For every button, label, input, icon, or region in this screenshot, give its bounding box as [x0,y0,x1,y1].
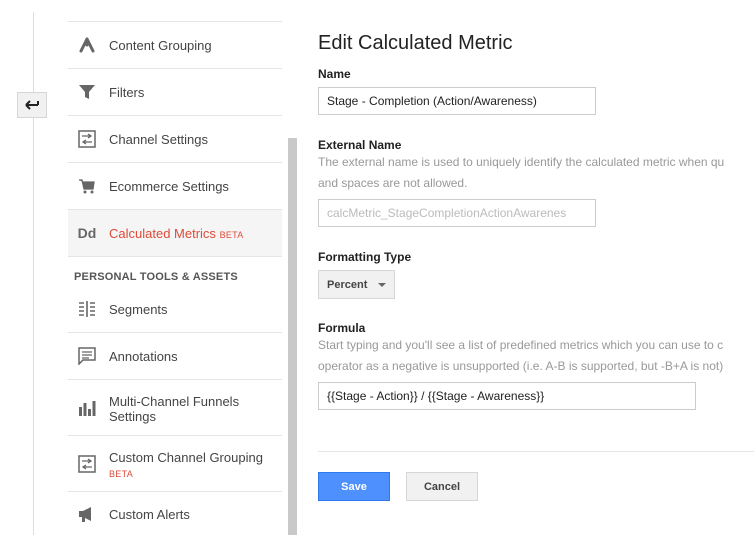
sidebar-item-annotations[interactable]: Annotations [68,333,282,380]
sidebar-item-label: Channel Settings [109,132,209,147]
formula-help-line1: Start typing and you'll see a list of pr… [318,338,724,352]
cancel-button[interactable]: Cancel [406,472,478,501]
external-name-label: External Name [318,138,402,152]
channel-settings-icon [76,128,98,150]
name-label: Name [318,67,351,81]
external-name-help-line2: and spaces are not allowed. [318,176,468,190]
formatting-type-label: Formatting Type [318,250,412,264]
formatting-type-value: Percent [327,278,368,291]
bar-chart-icon [76,397,98,419]
segments-icon [76,298,98,320]
sidebar-item-mcf-settings[interactable]: Multi-Channel Funnels Settings [68,380,282,436]
megaphone-icon [76,503,98,525]
formula-input[interactable]: {{Stage - Action}} / {{Stage - Awareness… [318,382,696,410]
sidebar-scrollbar[interactable] [288,138,297,535]
external-name-help-line1: The external name is used to uniquely id… [318,155,725,169]
beta-badge: BETA [109,469,134,479]
formula-label: Formula [318,321,366,335]
sidebar-item-label: Filters [109,85,145,100]
sidebar-item-custom-channel-grouping[interactable]: Custom Channel Grouping BETA [68,436,282,492]
annotations-icon [76,345,98,367]
formatting-type-select[interactable]: Percent [318,270,395,299]
back-arrow-icon [25,100,39,110]
filter-icon [76,81,98,103]
edit-calculated-metric-form: Edit Calculated Metric Name Stage - Comp… [318,0,754,535]
sidebar-item-custom-alerts[interactable]: Custom Alerts [68,492,282,539]
page-title: Edit Calculated Metric [318,32,513,54]
sidebar-item-content-grouping[interactable]: Content Grouping [68,22,282,69]
cart-icon [76,175,98,197]
sidebar-item-channel-settings[interactable]: Channel Settings [68,116,282,163]
custom-channel-icon [76,453,98,475]
sidebar-item-label: Custom Channel Grouping BETA [109,450,263,479]
sidebar-item-label: Content Grouping [109,38,212,53]
formula-help-line2: operator as a negative is unsupported (i… [318,359,724,373]
sidebar-item-label: Annotations [109,349,178,364]
back-button[interactable] [17,92,47,118]
sidebar-item-calculated-metrics[interactable]: Dd Calculated Metrics BETA [68,210,282,257]
section-heading: PERSONAL TOOLS & ASSETS [74,271,238,283]
dd-icon: Dd [77,225,97,241]
sidebar-item-label: Ecommerce Settings [109,179,229,194]
sidebar-item-segments[interactable]: Segments [68,286,282,333]
form-divider [318,451,754,452]
name-input[interactable]: Stage - Completion (Action/Awareness) [318,87,596,115]
content-grouping-icon [76,34,98,56]
left-divider [33,12,34,535]
sidebar-item-label: Calculated Metrics BETA [109,226,244,241]
sidebar-item-label: Multi-Channel Funnels Settings [109,394,240,424]
sidebar-item-label: Custom Alerts [109,507,190,522]
sidebar-item-ecommerce-settings[interactable]: Ecommerce Settings [68,163,282,210]
sidebar-item-label: Segments [109,302,168,317]
save-button[interactable]: Save [318,472,390,501]
external-name-input[interactable]: calcMetric_StageCompletionActionAwarenes [318,199,596,227]
beta-badge: BETA [219,230,244,240]
chevron-down-icon [378,283,386,287]
sidebar-item-filters[interactable]: Filters [68,69,282,116]
admin-sidebar: Content Grouping Filters Channel Setting… [68,0,282,535]
